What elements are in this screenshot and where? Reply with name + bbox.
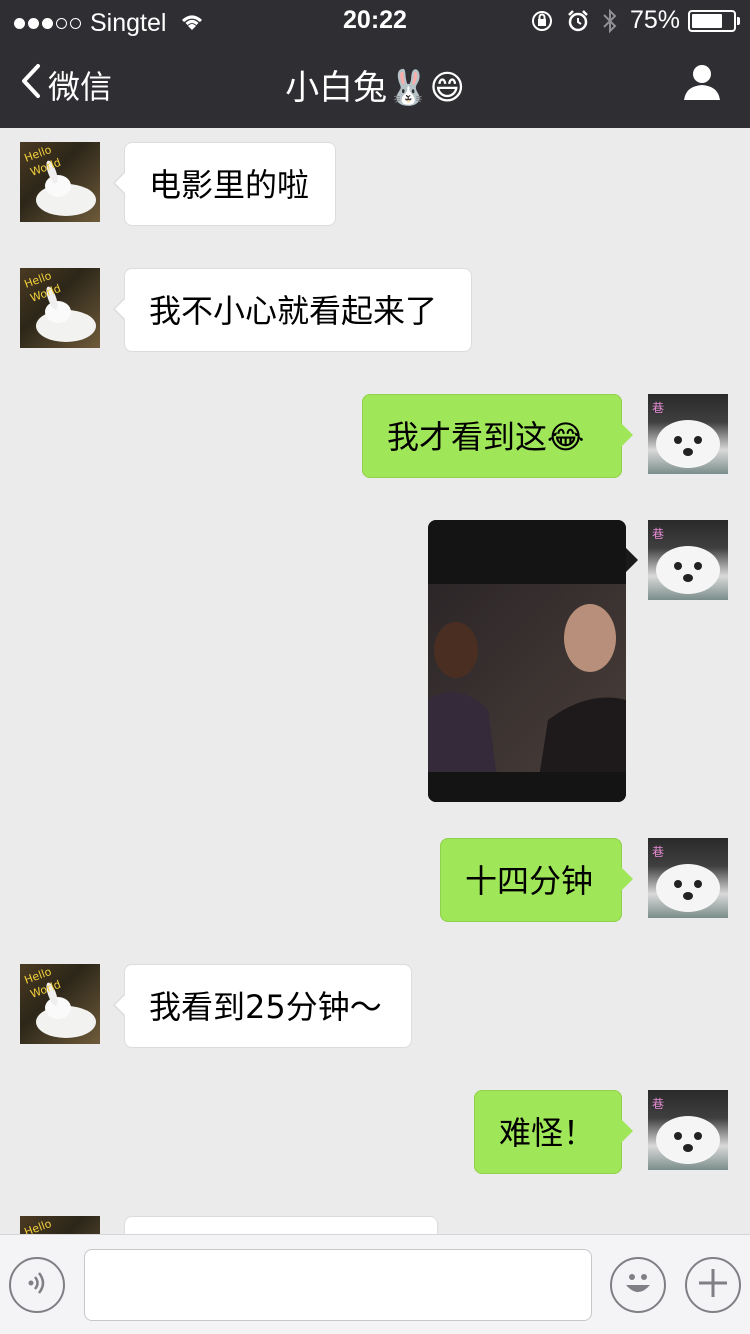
svg-text:巷: 巷	[652, 527, 664, 541]
emoji-button[interactable]	[610, 1257, 666, 1313]
message-bubble-outgoing[interactable]: 十四分钟	[440, 838, 633, 922]
top-bar: Singtel 20:22 75% 微信 小白兔🐰�	[0, 0, 750, 128]
message-input[interactable]	[84, 1249, 592, 1321]
my-avatar[interactable]: 巷	[648, 1090, 728, 1170]
status-bar: Singtel 20:22 75%	[0, 0, 750, 40]
my-avatar[interactable]: 巷	[648, 838, 728, 918]
my-avatar[interactable]: 巷	[648, 520, 728, 600]
contact-avatar[interactable]: Hello World	[20, 142, 100, 222]
voice-button[interactable]	[9, 1257, 65, 1313]
contact-avatar[interactable]: Hello	[20, 1216, 100, 1234]
svg-text:巷: 巷	[652, 401, 664, 415]
message-bubble-incoming[interactable]: 我看到25分钟～	[113, 964, 412, 1048]
battery-percent: 75%	[629, 6, 680, 34]
alarm-icon	[566, 9, 590, 33]
message-bubble-incoming[interactable]: 我不小心就看起来了	[113, 268, 472, 352]
plus-icon	[696, 1266, 730, 1304]
svg-text:Hello: Hello	[23, 1217, 54, 1234]
more-button[interactable]	[685, 1257, 741, 1313]
my-avatar[interactable]: 巷	[648, 394, 728, 474]
bluetooth-icon	[602, 8, 618, 34]
message-bubble-outgoing[interactable]: 难怪！	[474, 1090, 633, 1174]
emoji-icon	[616, 1261, 660, 1309]
message-bubble-outgoing[interactable]: 我才看到这😂	[362, 394, 633, 478]
message-bubble-incoming[interactable]	[124, 1216, 438, 1234]
input-bar	[0, 1234, 750, 1334]
contact-avatar[interactable]: Hello World	[20, 268, 100, 348]
voice-icon	[22, 1268, 52, 1302]
svg-text:巷: 巷	[652, 845, 664, 859]
chat-title: 小白兔🐰😄	[285, 68, 465, 108]
image-message[interactable]	[428, 520, 638, 802]
profile-icon[interactable]	[682, 62, 722, 106]
lock-rotation-icon	[530, 9, 554, 33]
svg-text:巷: 巷	[652, 1097, 664, 1111]
message-bubble-incoming[interactable]: 电影里的啦	[113, 142, 336, 226]
contact-avatar[interactable]: Hello World	[20, 964, 100, 1044]
battery-icon	[688, 9, 740, 32]
chat-area[interactable]: Hello World 电影里的啦 Hello World 我不小心就看起来了 我才…	[0, 128, 750, 1234]
navigation-bar: 微信 小白兔🐰😄	[0, 40, 750, 128]
